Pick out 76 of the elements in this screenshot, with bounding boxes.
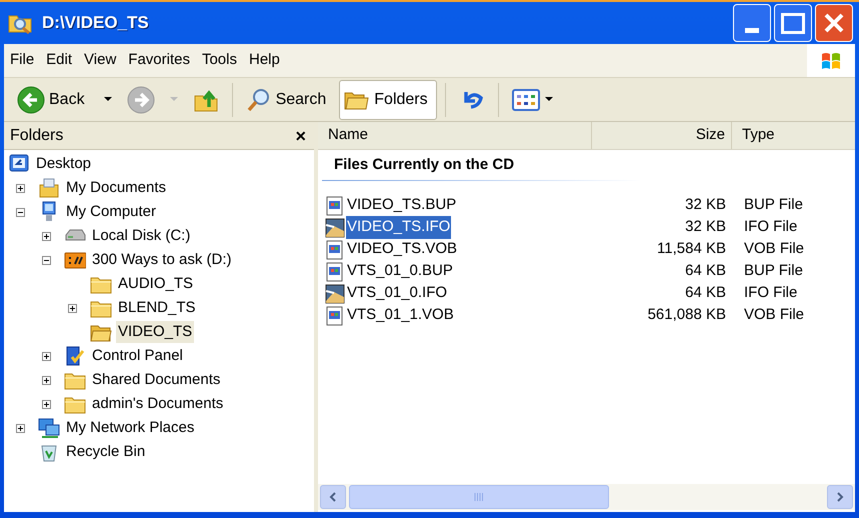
collapse-icon[interactable] <box>42 256 51 264</box>
file-type: IFO File <box>744 218 798 236</box>
file-type: BUP File <box>744 196 803 214</box>
network-computer-icon <box>38 417 60 439</box>
file-name[interactable]: VIDEO_TS.IFO <box>346 216 452 239</box>
tree-item[interactable]: 300 Ways to ask (D:) <box>90 248 234 272</box>
tree-item[interactable]: Desktop <box>34 152 94 176</box>
file-type: VOB File <box>744 240 804 258</box>
file-type: VOB File <box>744 306 804 324</box>
minimize-icon <box>745 28 759 33</box>
grip-icon <box>474 493 484 501</box>
pane-title: Folders <box>10 126 64 146</box>
tree-item[interactable]: Recycle Bin <box>64 440 148 464</box>
menu-item[interactable]: Edit <box>40 47 78 74</box>
expand-icon[interactable] <box>16 424 25 432</box>
expand-icon[interactable] <box>42 352 51 360</box>
picture-file-icon <box>324 216 346 238</box>
dropdown-caret-icon[interactable] <box>104 97 112 102</box>
picture-file-icon <box>324 282 346 304</box>
tree-item[interactable]: Shared Documents <box>90 368 222 392</box>
tree-item[interactable]: BLEND_TS <box>116 296 198 320</box>
file-size: 32 KB <box>685 217 726 238</box>
column-header[interactable]: Type <box>732 122 855 149</box>
scrollbar-thumb[interactable] <box>349 485 609 509</box>
menu-item[interactable]: Tools <box>196 47 243 74</box>
file-size: 64 KB <box>685 283 726 304</box>
expand-icon[interactable] <box>42 376 51 384</box>
file-name[interactable]: VIDEO_TS.BUP <box>346 194 458 217</box>
expand-icon[interactable] <box>42 400 51 408</box>
file-size: 11,584 KB <box>657 239 726 260</box>
minimize-button[interactable] <box>733 4 771 42</box>
file-name[interactable]: VIDEO_TS.VOB <box>346 238 458 261</box>
scroll-left-button[interactable] <box>320 485 346 509</box>
tree-item[interactable]: Local Disk (C:) <box>90 224 192 248</box>
tree-item[interactable]: My Network Places <box>64 416 196 440</box>
tree-item[interactable]: VIDEO_TS <box>116 320 194 344</box>
close-icon <box>823 12 845 34</box>
window-title: D:\VIDEO_TS <box>42 12 149 34</box>
views-icon <box>512 88 540 112</box>
search-icon <box>246 86 272 112</box>
expand-icon[interactable] <box>42 232 51 240</box>
tree-item[interactable]: My Documents <box>64 176 168 200</box>
expand-icon[interactable] <box>16 184 25 192</box>
maximize-button[interactable] <box>774 4 812 42</box>
tree-item[interactable]: My Computer <box>64 200 158 224</box>
column-header[interactable]: Name <box>318 122 592 149</box>
file-type: IFO File <box>744 284 798 302</box>
menu-item[interactable]: Help <box>243 47 286 74</box>
file-size: 64 KB <box>685 261 726 282</box>
file-size: 32 KB <box>685 195 726 216</box>
file-name[interactable]: VTS_01_0.IFO <box>346 282 448 305</box>
group-heading: Files Currently on the CD <box>334 155 514 175</box>
tree-item[interactable]: admin's Documents <box>90 392 226 416</box>
search-button[interactable]: Search <box>240 80 336 120</box>
back-button[interactable]: Back <box>12 80 94 120</box>
folders-button[interactable]: Folders <box>339 80 437 120</box>
flag-logo-icon <box>820 50 842 70</box>
pane-close-button[interactable]: × <box>293 126 308 144</box>
file-name[interactable]: VTS_01_1.VOB <box>346 304 455 327</box>
file-name[interactable]: VTS_01_0.BUP <box>346 260 454 283</box>
scroll-right-button[interactable] <box>827 485 853 509</box>
menu-item[interactable]: Favorites <box>122 47 196 74</box>
tree-item[interactable]: Control Panel <box>90 344 185 368</box>
control-panel-icon <box>64 345 86 367</box>
menu-item[interactable]: File <box>4 47 40 74</box>
collapse-icon[interactable] <box>16 208 25 216</box>
printer-folder-icon <box>38 177 60 199</box>
file-type: BUP File <box>744 262 803 280</box>
tree-item[interactable]: AUDIO_TS <box>116 272 196 296</box>
expand-icon[interactable] <box>68 304 77 312</box>
menu-item[interactable]: View <box>78 47 122 74</box>
file-size: 561,088 KB <box>648 305 726 326</box>
column-header[interactable]: Size <box>592 122 732 149</box>
maximize-icon <box>781 12 805 34</box>
close-button[interactable] <box>815 4 853 42</box>
dropdown-caret-icon <box>544 97 553 102</box>
